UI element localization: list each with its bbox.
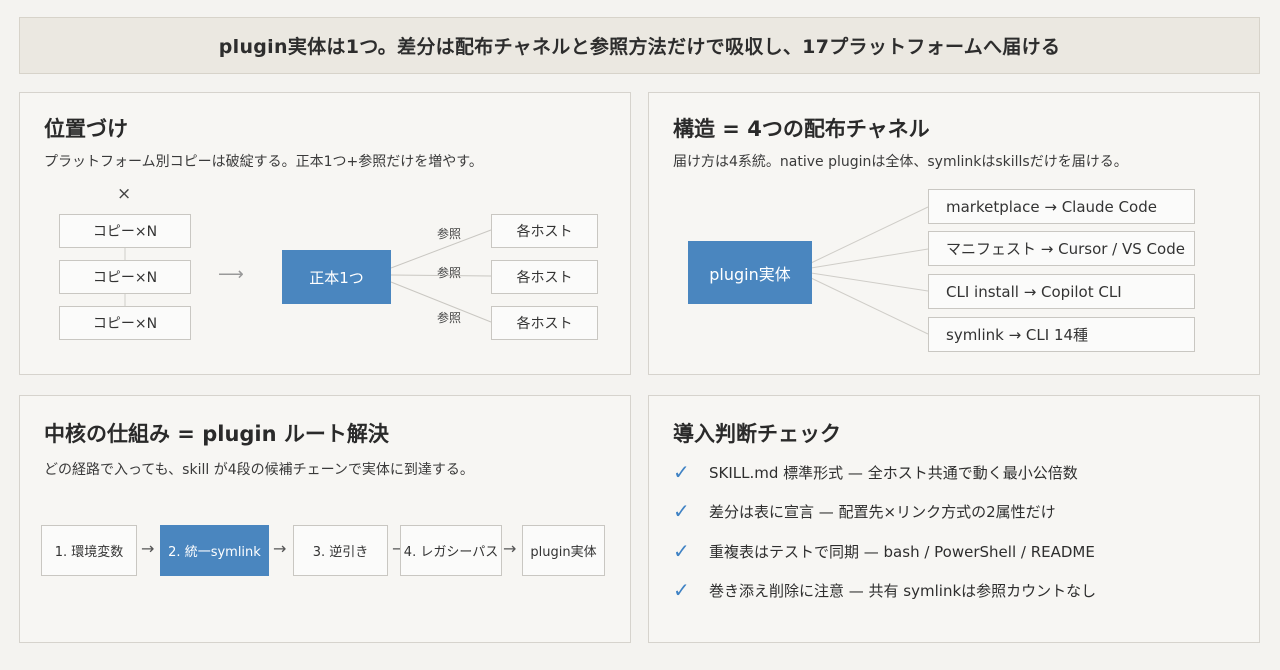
checkmark-icon: ✓ (673, 539, 690, 563)
resolution-step-box: 1. 環境変数 (41, 525, 137, 576)
checklist-item: ✓ 重複表はテストで同期 — bash / PowerShell / READM… (673, 539, 1095, 563)
panel-adoption-checklist: 導入判断チェック ✓ SKILL.md 標準形式 — 全ホスト共通で動く最小公倍… (648, 395, 1260, 643)
right-arrow-icon: → (503, 539, 517, 558)
channel-box: symlink → CLI 14種 (928, 317, 1195, 352)
channel-box: CLI install → Copilot CLI (928, 274, 1195, 309)
panel-title: 導入判断チェック (673, 422, 841, 446)
cross-mark: × (117, 184, 132, 204)
plugin-entity-box: plugin実体 (688, 241, 812, 304)
resolution-step-box: plugin実体 (522, 525, 605, 576)
panel-subtitle: どの経路で入っても、skill が4段の候補チェーンで実体に到達する。 (44, 462, 474, 478)
host-box: 各ホスト (491, 260, 598, 294)
checklist-item-text: SKILL.md 標準形式 — 全ホスト共通で動く最小公倍数 (709, 463, 1078, 482)
right-arrow-icon: → (141, 539, 155, 558)
host-box: 各ホスト (491, 214, 598, 248)
checklist-item-text: 差分は表に宣言 — 配置先×リンク方式の2属性だけ (709, 502, 1056, 521)
host-box: 各ホスト (491, 306, 598, 340)
page-banner-title: plugin実体は1つ。差分は配布チャネルと参照方法だけで吸収し、17プラットフ… (19, 17, 1260, 74)
checkmark-icon: ✓ (673, 460, 690, 484)
right-arrow-icon: ⟶ (218, 264, 244, 285)
panel-core-mechanism: 中核の仕組み = plugin ルート解決 どの経路で入っても、skill が4… (19, 395, 631, 643)
checklist-item: ✓ SKILL.md 標準形式 — 全ホスト共通で動く最小公倍数 (673, 460, 1078, 484)
reference-label: 参照 (437, 266, 462, 280)
channel-box: marketplace → Claude Code (928, 189, 1195, 224)
channel-box: マニフェスト → Cursor / VS Code (928, 231, 1195, 266)
panel-title: 中核の仕組み = plugin ルート解決 (44, 422, 389, 446)
resolution-step-box: 3. 逆引き (293, 525, 388, 576)
reference-label: 参照 (437, 311, 462, 325)
copy-box: コピー×N (59, 306, 191, 340)
copy-box: コピー×N (59, 214, 191, 248)
checklist-item-text: 巻き添え削除に注意 — 共有 symlinkは参照カウントなし (709, 581, 1097, 600)
panel-structure: 構造 = 4つの配布チャネル 届け方は4系統。native pluginは全体、… (648, 92, 1260, 375)
checkmark-icon: ✓ (673, 578, 690, 602)
right-arrow-icon: → (273, 539, 287, 558)
resolution-step-box: 4. レガシーパス (400, 525, 502, 576)
copy-box: コピー×N (59, 260, 191, 294)
canonical-source-box: 正本1つ (282, 250, 391, 304)
checklist-item: ✓ 差分は表に宣言 — 配置先×リンク方式の2属性だけ (673, 499, 1056, 523)
resolution-step-box: 2. 統一symlink (160, 525, 269, 576)
checklist-item: ✓ 巻き添え削除に注意 — 共有 symlinkは参照カウントなし (673, 578, 1096, 602)
checkmark-icon: ✓ (673, 499, 690, 523)
reference-label: 参照 (437, 227, 462, 241)
panel-positioning: 位置づけ プラットフォーム別コピーは破綻する。正本1つ+参照だけを増やす。 × … (19, 92, 631, 375)
checklist-item-text: 重複表はテストで同期 — bash / PowerShell / README (709, 542, 1095, 561)
